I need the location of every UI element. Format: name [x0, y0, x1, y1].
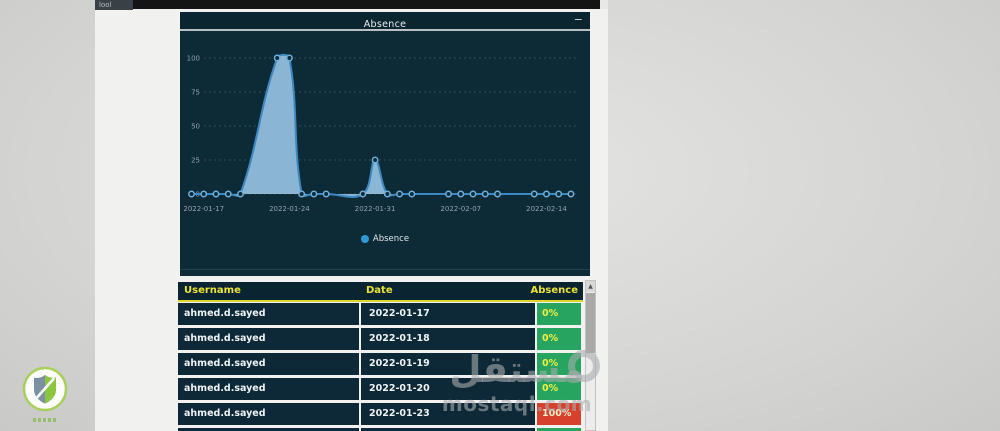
browser-fragment: lool	[95, 0, 133, 10]
date-cell: 2022-01-19	[361, 353, 535, 375]
svg-text:2022-02-14: 2022-02-14	[526, 205, 567, 213]
scroll-up-arrow[interactable]: ▲	[586, 281, 595, 292]
date-cell: 2022-01-17	[361, 303, 535, 325]
top-bar-notch	[600, 0, 608, 9]
chart-panel-header: Absence −	[180, 12, 590, 31]
svg-text:2022-01-31: 2022-01-31	[355, 205, 396, 213]
absence-cell: 0%	[537, 353, 581, 375]
absence-chart-panel: Absence − 0 25 50 75 100 2022-01-17 2022-01-24…	[180, 12, 590, 276]
panel-footer-divider	[180, 269, 590, 270]
table-row: ahmed.d.sayed 2022-01-23 100%	[178, 403, 583, 425]
table-scrollbar[interactable]: ▲	[585, 280, 596, 431]
absence-cell: 0%	[537, 303, 581, 325]
legend-dot-icon	[360, 235, 369, 243]
table-row: ahmed.d.sayed 2022-01-17 0%	[178, 303, 583, 325]
svg-text:2022-02-07: 2022-02-07	[440, 205, 481, 213]
date-cell: 2022-01-20	[361, 378, 535, 400]
absence-area-chart[interactable]: 0 25 50 75 100 2022-01-17 2022-01-24 2022-01-31…	[180, 31, 590, 231]
svg-text:100: 100	[187, 55, 200, 63]
collapse-button[interactable]: −	[574, 14, 583, 26]
legend-label: Absence	[372, 234, 410, 244]
scroll-thumb[interactable]	[586, 293, 595, 353]
username-cell: ahmed.d.sayed	[178, 328, 359, 350]
table-row: ahmed.d.sayed 2022-01-18 0%	[178, 328, 583, 350]
svg-text:2022-01-24: 2022-01-24	[269, 205, 310, 213]
company-logo	[21, 366, 69, 422]
column-header-date: Date	[366, 285, 393, 296]
column-header-absence: Absence	[530, 285, 578, 296]
column-header-username: Username	[184, 285, 241, 296]
logo-caption	[33, 418, 57, 422]
shield-logo-icon	[22, 366, 68, 412]
top-bar	[95, 0, 602, 9]
chart-panel-title: Absence	[363, 19, 407, 30]
page: lool Absence − 0 25 50 75 100 2022-01-17 2022-…	[0, 0, 1000, 431]
absence-cell: 100%	[537, 403, 581, 425]
absence-cell: 0%	[537, 328, 581, 350]
svg-text:50: 50	[191, 123, 200, 131]
svg-text:2022-01-17: 2022-01-17	[183, 205, 224, 213]
username-cell: ahmed.d.sayed	[178, 378, 359, 400]
svg-text:25: 25	[191, 157, 200, 165]
username-cell: ahmed.d.sayed	[178, 403, 359, 425]
svg-text:75: 75	[191, 89, 200, 97]
chart-legend[interactable]: Absence	[180, 234, 590, 244]
absence-cell: 0%	[537, 378, 581, 400]
table-header-row: Username Date Absence	[178, 282, 583, 302]
username-cell: ahmed.d.sayed	[178, 303, 359, 325]
date-cell: 2022-01-18	[361, 328, 535, 350]
username-cell: ahmed.d.sayed	[178, 353, 359, 375]
absence-table: ahmed.d.sayed 2022-01-17 0% ahmed.d.sayed 20…	[178, 303, 583, 431]
date-cell: 2022-01-23	[361, 403, 535, 425]
table-row: ahmed.d.sayed 2022-01-19 0%	[178, 353, 583, 375]
table-row: ahmed.d.sayed 2022-01-20 0%	[178, 378, 583, 400]
